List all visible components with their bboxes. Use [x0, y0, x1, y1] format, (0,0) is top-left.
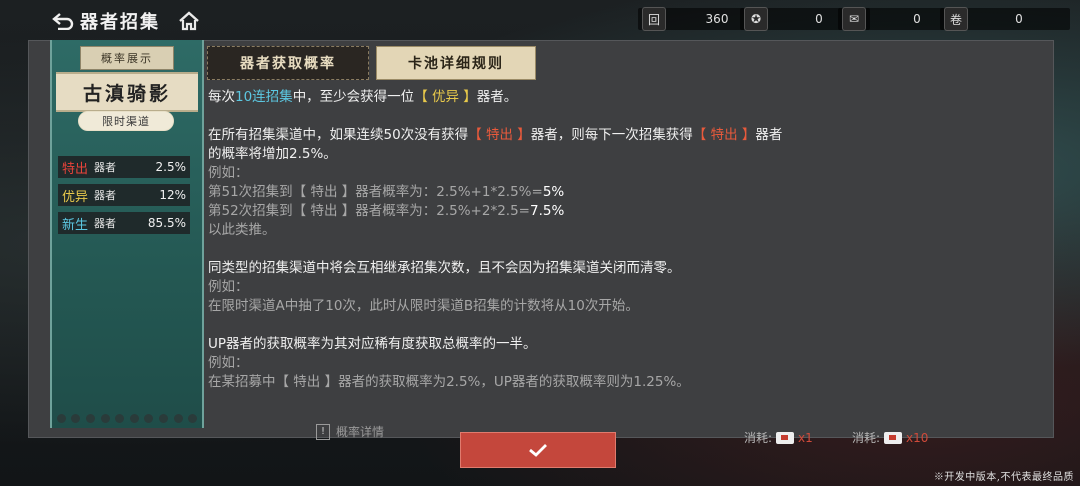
rate-unit: 器者	[94, 189, 116, 202]
rate-row-special: 特出 器者 2.5%	[58, 156, 190, 178]
ticket-icon: ✉	[842, 7, 866, 31]
tab-pool-rules[interactable]: 卡池详细规则	[376, 46, 536, 80]
jade-token-icon: 回	[642, 7, 666, 31]
back-arrow-icon	[52, 13, 74, 30]
rate-value: 2.5%	[155, 160, 187, 174]
coin-icon: ✪	[744, 7, 768, 31]
rate-value: 12%	[159, 188, 186, 202]
example-text: 第51次招集到【 特出 】器者概率为：2.5%+1*2.5%=	[208, 184, 543, 200]
tier-tag: 【 特出 】	[468, 127, 531, 143]
rule-text: 器者。	[476, 89, 518, 105]
rule-paragraph: UP器者的获取概率为其对应稀有度获取总概率的一半。 例如： 在某招募中【 特出 …	[208, 335, 898, 392]
rule-text: 中，至少会获得一位	[292, 89, 415, 105]
example-label: 例如：	[208, 355, 249, 371]
cost-single: 消耗: x1	[744, 429, 813, 446]
channel-badge: 限时渠道	[78, 111, 174, 131]
example-text: 在某招募中【 特出 】器者的获取概率为2.5%，UP器者的获取概率则为1.25%…	[208, 374, 690, 390]
rate-unit: 器者	[94, 161, 116, 174]
example-line: 第52次招集到【 特出 】器者概率为：2.5%+2*2.5=7.5%	[208, 202, 898, 221]
tab-acquisition-rate[interactable]: 器者获取概率	[207, 46, 369, 80]
rule-text: 每次	[208, 89, 235, 105]
example-label: 例如：	[208, 165, 249, 181]
rate-tier: 特出	[62, 161, 89, 177]
info-icon: !	[316, 423, 330, 440]
page-title: 器者招集	[80, 12, 160, 33]
rate-unit: 器者	[94, 217, 116, 230]
back-button[interactable]: 器者招集	[52, 8, 160, 34]
ticket-icon	[884, 431, 903, 444]
rate-list: 特出 器者 2.5% 优异 器者 12% 新生 器者 85.5%	[58, 156, 190, 240]
rule-paragraph: 每次10连招集中，至少会获得一位【 优异 】器者。	[208, 88, 898, 107]
rate-detail-button[interactable]: ! 概率详情	[316, 423, 384, 440]
scroll-decoration	[54, 412, 200, 424]
currency-scroll[interactable]: 卷 0	[940, 7, 1070, 31]
rate-detail-label: 概率详情	[336, 425, 385, 439]
rule-text: 同类型的招集渠道中将会互相继承招集次数，且不会因为招集渠道关闭而清零。	[208, 260, 681, 276]
probability-ribbon: 概率展示	[80, 46, 174, 70]
top-bar: 器者招集 回 360 ✪ 0 ✉ 0 卷 0	[0, 0, 1080, 40]
home-icon	[179, 11, 199, 31]
cost-count: x1	[798, 430, 813, 445]
cost-count: x10	[906, 430, 929, 445]
rate-tier: 优异	[62, 189, 89, 205]
ticket-icon	[776, 431, 795, 444]
checkmark-icon	[529, 444, 547, 457]
currency-value: 0	[1015, 12, 1023, 26]
rule-text: 在所有招集渠道中，如果连续50次没有获得	[208, 127, 469, 143]
home-button[interactable]	[178, 10, 200, 32]
rule-paragraph: 在所有招集渠道中，如果连续50次没有获得【 特出 】器者，则每下一次招集获得【 …	[208, 126, 898, 240]
cost-label: 消耗:	[744, 431, 773, 445]
highlight-text: 10连招集	[235, 89, 293, 105]
pool-sidebar: 概率展示 古滇骑影 限时渠道 特出 器者 2.5% 优异 器者 12% 新生 器…	[50, 40, 204, 428]
example-text: 第52次招集到【 特出 】器者概率为：2.5%+2*2.5=	[208, 203, 530, 219]
rule-text: UP器者的获取概率为其对应稀有度获取总概率的一半。	[208, 336, 537, 352]
scroll-icon: 卷	[944, 7, 968, 31]
tier-tag: 【 特出 】	[692, 127, 756, 143]
rate-tier: 新生	[62, 217, 89, 233]
example-label: 例如：	[208, 279, 249, 295]
rate-row-newborn: 新生 器者 85.5%	[58, 212, 190, 234]
rate-row-excellent: 优异 器者 12%	[58, 184, 190, 206]
rule-paragraph: 同类型的招集渠道中将会互相继承招集次数，且不会因为招集渠道关闭而清零。 例如： …	[208, 259, 898, 316]
rate-value: 85.5%	[147, 216, 186, 230]
example-result: 7.5%	[530, 203, 565, 219]
pool-name: 古滇骑影	[56, 72, 198, 112]
rule-text: 器者	[755, 127, 783, 143]
confirm-button[interactable]	[460, 432, 616, 468]
example-result: 5%	[542, 184, 565, 200]
tier-tag: 【 优异 】	[414, 89, 477, 105]
rule-text: 器者，则每下一次招集获得	[530, 127, 693, 143]
cost-label: 消耗:	[852, 431, 881, 445]
rule-text: 的概率将增加2.5%。	[208, 146, 337, 162]
cost-ten: 消耗: x10	[852, 429, 928, 446]
dev-disclaimer: ※开发中版本,不代表最终品质	[933, 472, 1074, 483]
example-line: 第51次招集到【 特出 】器者概率为：2.5%+1*2.5%=5%	[208, 183, 898, 202]
rules-content: 每次10连招集中，至少会获得一位【 优异 】器者。 在所有招集渠道中，如果连续5…	[208, 88, 898, 418]
example-text: 以此类推。	[208, 222, 276, 238]
example-text: 在限时渠道A中抽了10次，此时从限时渠道B招集的计数将从10次开始。	[208, 298, 639, 314]
